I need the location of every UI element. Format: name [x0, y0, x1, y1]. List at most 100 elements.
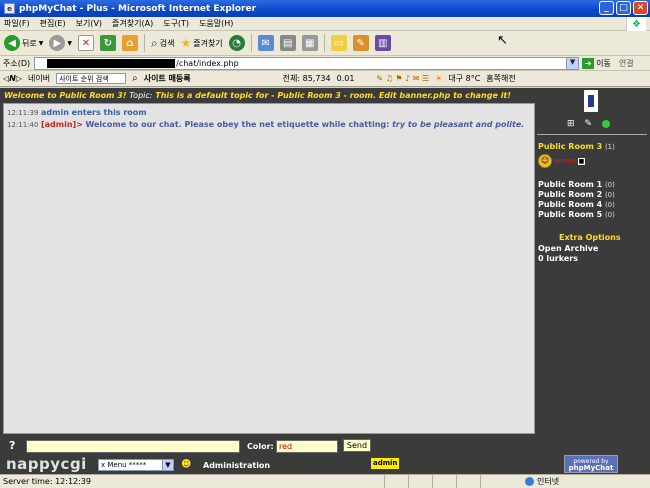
home-link[interactable]: 홈쪽해전 — [486, 73, 515, 84]
chevron-down-icon: ▼ — [38, 39, 44, 47]
user-item[interactable]: ☺ admin ■ — [538, 154, 585, 168]
ie-icon: e — [4, 3, 15, 14]
room-item[interactable]: Public Room 5 (0) — [538, 210, 615, 220]
tools-icon[interactable]: ✎ — [585, 119, 593, 129]
go-button[interactable]: ➜ 이동 — [582, 57, 611, 69]
chevron-down-icon: ▼ — [67, 39, 72, 47]
room-item[interactable]: Public Room 2 (0) — [538, 190, 615, 200]
current-user-badge: admin — [371, 458, 400, 469]
chevron-down-icon[interactable]: ▼ — [566, 57, 579, 69]
user-name: admin — [554, 157, 576, 165]
plus-icon[interactable]: ⊞ — [567, 119, 575, 129]
menu-help[interactable]: 도움말(H) — [199, 18, 233, 29]
menu-tools[interactable]: 도구(T) — [163, 18, 189, 29]
menu-edit[interactable]: 편집(E) — [40, 18, 66, 29]
message-item: 12:11:39 admin enters this room — [7, 107, 531, 119]
naver-menu[interactable]: 네이버 — [28, 73, 50, 84]
smiley-avatar-icon: ☺ — [538, 154, 552, 168]
topic-welcome: Welcome to Public Room 3! — [4, 91, 127, 100]
close-button[interactable]: ✕ — [633, 1, 648, 15]
message-input[interactable] — [26, 440, 240, 453]
naver-logo-icon: ◁N▷ — [3, 74, 22, 83]
edit-icon[interactable]: ▦ — [301, 35, 318, 51]
magnifier-icon[interactable]: ⌕ — [132, 73, 138, 84]
status-bar: Server time: 12:12:39 인터넷 — [0, 474, 650, 488]
message-user[interactable]: [admin]> — [41, 120, 83, 129]
message-list[interactable]: 12:11:39 admin enters this room 12:11:40… — [3, 103, 535, 434]
watermark-logo: nappycgi — [6, 455, 87, 473]
active-room-count: (1) — [604, 143, 615, 151]
menu-select[interactable]: x Menu ***** ▼ — [98, 459, 174, 471]
search-label: 검색 — [159, 38, 175, 48]
history-icon[interactable]: ◔ — [228, 35, 245, 51]
menu-favorites[interactable]: 즐겨찾기(A) — [112, 18, 153, 29]
powered-by-badge[interactable]: powered by phpMyChat — [564, 455, 618, 473]
message-body: Welcome to our chat. Please obey the net… — [85, 120, 390, 129]
message-time: 12:11:39 — [7, 109, 39, 117]
forward-button[interactable]: ▶ ▼ — [49, 33, 72, 53]
chevron-down-icon: ▼ — [162, 460, 173, 470]
address-bar: 주소(D) /chat/index.php ▼ ➜ 이동 연결 — [0, 56, 650, 71]
rank-change: 0.01 — [336, 74, 355, 83]
windows-logo-icon: ❖ — [626, 17, 646, 31]
mail-icon[interactable]: ✉ — [257, 35, 274, 51]
favorites-button[interactable]: ★ 즐겨찾기 — [180, 33, 222, 53]
menu-file[interactable]: 파일(F) — [4, 18, 30, 29]
active-room[interactable]: Public Room 3 (1) — [538, 142, 615, 151]
menu-bar: 파일(F) 편집(E) 보기(V) 즐겨찾기(A) 도구(T) 도움말(H) — [0, 17, 650, 31]
options-row: x Menu ***** ▼ ☻ Administration admin po… — [0, 455, 650, 473]
tools-icons[interactable]: ✎ ♫ ⚑ ♪ ✉ ☰ — [376, 74, 429, 83]
mouse-cursor-icon: ↖ — [497, 33, 508, 48]
maximize-button[interactable]: □ — [616, 1, 631, 15]
toolbar: ◀ 뒤로 ▼ ▶ ▼ ✕ ↻ ⌂ ⌕ 검색 ★ 즐겨찾기 ◔ ✉ ▤ ▦ ▭ ✎… — [0, 31, 650, 56]
send-button[interactable]: Send — [343, 439, 371, 452]
user-badge-icon: ■ — [577, 157, 585, 165]
security-zone: 인터넷 — [525, 476, 559, 487]
rank-total: 전체: 85,734 — [282, 74, 331, 83]
help-icon[interactable]: ? — [9, 439, 15, 452]
status-online-icon[interactable] — [602, 120, 611, 128]
toolbar-separator — [250, 34, 252, 52]
go-label: 이동 — [596, 58, 611, 68]
window-titlebar[interactable]: e phpMyChat - Plus - Microsoft Internet … — [0, 0, 650, 17]
refresh-icon[interactable]: ↻ — [99, 35, 116, 51]
site-register-link[interactable]: 사이트 매등록 — [144, 73, 191, 84]
message-time: 12:11:40 — [7, 121, 39, 129]
address-label: 주소(D) — [3, 58, 31, 68]
room-item[interactable]: Public Room 4 (0) — [538, 200, 615, 210]
room-name: Public Room 4 — [538, 200, 603, 209]
lurkers-link[interactable]: 0 lurkers — [538, 254, 578, 263]
home-icon[interactable]: ⌂ — [121, 35, 138, 51]
site-search-input[interactable]: 사이트 순위 검색 — [56, 73, 127, 84]
print-icon[interactable]: ▤ — [279, 35, 296, 51]
color-input[interactable]: red — [276, 440, 338, 453]
messenger-icon[interactable]: ✎ — [352, 35, 369, 51]
weather-text[interactable]: 대구 8°C — [448, 73, 480, 84]
stop-icon[interactable]: ✕ — [77, 35, 94, 51]
minimize-button[interactable]: _ — [599, 1, 614, 15]
topic-label: Topic: — [129, 91, 153, 100]
toolbar-separator — [143, 34, 145, 52]
message-text: admin enters this room — [41, 108, 147, 117]
message-text: Welcome to our chat. Please obey the net… — [85, 120, 524, 129]
chat-area: Welcome to Public Room 3! Topic: This is… — [0, 88, 650, 474]
search-button[interactable]: ⌕ 검색 — [151, 33, 174, 53]
room-sidebar: ⊞ ✎ Public Room 3 (1) ☺ admin ■ Public R… — [537, 88, 650, 434]
menu-view[interactable]: 보기(V) — [76, 18, 102, 29]
back-arrow-icon: ◀ — [4, 35, 20, 51]
administration-link[interactable]: Administration — [203, 461, 270, 470]
back-button[interactable]: ◀ 뒤로 ▼ — [4, 33, 43, 53]
open-archive-link[interactable]: Open Archive — [538, 244, 598, 253]
room-name: Public Room 1 — [538, 180, 603, 189]
folder-icon[interactable]: ▭ — [330, 35, 347, 51]
room-item[interactable]: Public Room 1 (0) — [538, 180, 615, 190]
room-count: (0) — [604, 201, 615, 209]
message-emphasis: try to be pleasant and polite. — [392, 120, 525, 129]
research-icon[interactable]: ▥ — [374, 35, 391, 51]
address-input[interactable]: /chat/index.php ▼ — [34, 56, 580, 70]
globe-icon — [525, 477, 534, 486]
zone-label: 인터넷 — [537, 477, 560, 486]
back-label: 뒤로 — [22, 38, 37, 48]
status-text: Server time: 12:12:39 — [3, 477, 92, 486]
links-button[interactable]: 연결 — [619, 58, 634, 69]
